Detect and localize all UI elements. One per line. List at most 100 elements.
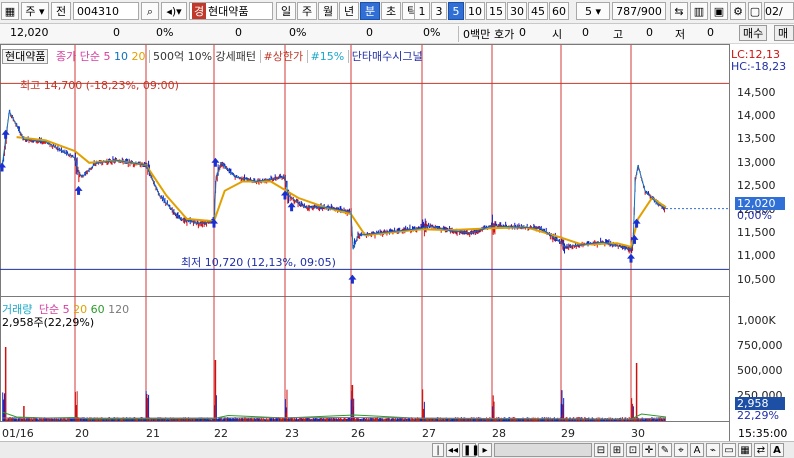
date-label: 23 <box>285 427 299 440</box>
price-tick-label: 13,500 <box>737 132 776 146</box>
volume-legend-ma120: 120 <box>108 303 130 316</box>
last-price: 12,020 <box>10 26 49 39</box>
speaker-icon[interactable]: ◂)▾ <box>161 2 187 20</box>
scroll-track[interactable] <box>494 443 592 457</box>
minute-button-10[interactable]: 10 <box>465 2 485 20</box>
date-input[interactable]: 02/ <box>764 2 794 20</box>
low-annotation: 최저 10,720 (12,13%, 09:05) <box>181 256 336 269</box>
price-tick-label: 11,000 <box>737 249 776 263</box>
interval-button-2[interactable]: 월 <box>318 2 338 20</box>
minute-button-30[interactable]: 30 <box>507 2 527 20</box>
bid-value: 0 <box>519 26 526 39</box>
price-tick-label: 13,000 <box>737 155 776 169</box>
count-select-value: 5 <box>584 5 592 18</box>
volume-tick-label: 1,000K <box>737 314 776 327</box>
sell-button[interactable]: 매도 <box>774 25 794 41</box>
minute-button-5[interactable]: 5 <box>448 2 464 20</box>
legend-ma10: 10 <box>113 50 128 63</box>
font-icon[interactable]: A <box>770 443 784 457</box>
minute-button-60[interactable]: 60 <box>549 2 569 20</box>
prev-volume-pct: 0% <box>423 26 441 39</box>
count-select[interactable]: 5 ▾ <box>576 2 610 20</box>
search-icon[interactable]: ⌕ <box>141 2 159 20</box>
high-value: 0 <box>646 26 653 39</box>
market-select[interactable]: 주 ▾ <box>21 2 49 20</box>
code-input[interactable]: 004310 <box>73 2 139 20</box>
prev-volume-value: 0 <box>366 26 373 39</box>
zoom-out-icon[interactable]: ⊟ <box>594 443 608 457</box>
price-legend: 현대약품 종가 단순 5 10 20 500억 10% 강세패턴 #상한가 #1… <box>2 48 423 64</box>
legend-signal: 단타매수시그널 <box>347 50 423 63</box>
price-tick-label: 10,500 <box>737 272 776 286</box>
high-annotation: 최고 14,700 (-18,23%, 09:00) <box>20 79 179 92</box>
legend-stock-name[interactable]: 현대약품 <box>2 49 49 64</box>
interval-button-4[interactable]: 분 <box>360 2 380 20</box>
date-value: 02/ <box>765 5 783 18</box>
market-badge: 경 <box>192 3 206 19</box>
price-tick-label: 14,500 <box>737 85 776 99</box>
interval-button-0[interactable]: 일 <box>276 2 296 20</box>
change-pct: 0% <box>156 26 174 39</box>
interval-button-5[interactable]: 초 <box>381 2 401 20</box>
pause-icon[interactable]: ❚❚ <box>462 443 480 457</box>
open-value: 0 <box>582 26 589 39</box>
minute-button-15[interactable]: 15 <box>486 2 506 20</box>
buy-signal-arrow <box>348 274 357 284</box>
zoom-in-icon[interactable]: ⊞ <box>610 443 624 457</box>
toolbar: ▦ 주 ▾ 전 004310 ⌕ ◂)▾ 경 현대약품 일 주 월 년 분 초 틱 1 3 5 10 1… <box>0 0 794 24</box>
stock-name: 현대약품 <box>208 5 249 18</box>
scroll-next-icon[interactable]: ▸ <box>478 443 492 457</box>
compare-icon[interactable]: ⇄ <box>754 443 768 457</box>
code-value: 004310 <box>77 5 119 18</box>
interval-button-1[interactable]: 주 <box>297 2 317 20</box>
price-chart-svg[interactable] <box>0 44 794 441</box>
open-label: 시 <box>552 28 563 41</box>
scroll-left-icon[interactable]: | <box>432 443 444 457</box>
time-label: 15:35:00 <box>738 427 788 440</box>
volume-tick-label: 500,000 <box>737 364 783 377</box>
price-tick-label: 12,500 <box>737 179 776 193</box>
legend-ma20: 20 <box>131 50 146 63</box>
quote-row: 12,020 0 0% 0 0% 0 0% 0백만 호가 0 시 0 고 0 저… <box>0 24 794 44</box>
minute-button-45[interactable]: 45 <box>528 2 548 20</box>
fullscreen-icon[interactable]: ▢ <box>748 2 762 20</box>
page-counter[interactable]: 787/900 <box>612 2 666 20</box>
grid-icon[interactable]: ▦ <box>1 2 19 20</box>
save-icon[interactable]: ▣ <box>710 2 728 20</box>
stock-name-field[interactable]: 경 현대약품 <box>189 2 273 20</box>
interval-button-3[interactable]: 년 <box>339 2 359 20</box>
settings-icon[interactable]: ⚙ <box>730 2 746 20</box>
date-label: 21 <box>146 427 160 440</box>
current-pct-label: 0,00% <box>737 209 772 222</box>
fit-icon[interactable]: ⊡ <box>626 443 640 457</box>
volume-pct: 0% <box>289 26 307 39</box>
draw-icon[interactable]: ✎ <box>658 443 672 457</box>
volume-value: 0 <box>235 26 242 39</box>
chart-area: 현대약품 종가 단순 5 10 20 500억 10% 강세패턴 #상한가 #1… <box>0 44 794 441</box>
buy-signal-arrow <box>74 185 83 195</box>
high-label: 고 <box>613 28 624 41</box>
price-tick-label: 14,000 <box>737 109 776 123</box>
volume-tick-label: 750,000 <box>737 339 783 352</box>
grid-toggle-icon[interactable]: ▦ <box>738 443 752 457</box>
chart-table-icon[interactable]: ▥ <box>690 2 708 20</box>
buy-signal-arrow <box>627 253 635 263</box>
buy-signal-arrow <box>1 129 10 139</box>
current-volume-pct: 22,29% <box>737 409 779 422</box>
prev-button[interactable]: 전 <box>51 2 71 20</box>
date-label: 29 <box>561 427 575 440</box>
marker-icon[interactable]: ⌁ <box>706 443 720 457</box>
legend-pattern: 500억 10% 강세패턴 <box>148 50 257 63</box>
chart-arrows-icon[interactable]: ⇆ <box>670 2 688 20</box>
crosshair-icon[interactable]: ✛ <box>642 443 656 457</box>
legend-ma-label: 종가 단순 <box>55 50 100 63</box>
buy-button[interactable]: 매수 <box>739 25 768 41</box>
tool-icon[interactable]: ⌖ <box>674 443 688 457</box>
capture-icon[interactable]: ▭ <box>722 443 736 457</box>
legend-limit-up: #상한가 <box>259 50 304 63</box>
minute-button-3[interactable]: 3 <box>431 2 447 20</box>
minute-button-1[interactable]: 1 <box>414 2 430 20</box>
scroll-first-icon[interactable]: ◂◂ <box>446 443 460 457</box>
text-tool-icon[interactable]: A <box>690 443 704 457</box>
date-label: 22 <box>214 427 228 440</box>
